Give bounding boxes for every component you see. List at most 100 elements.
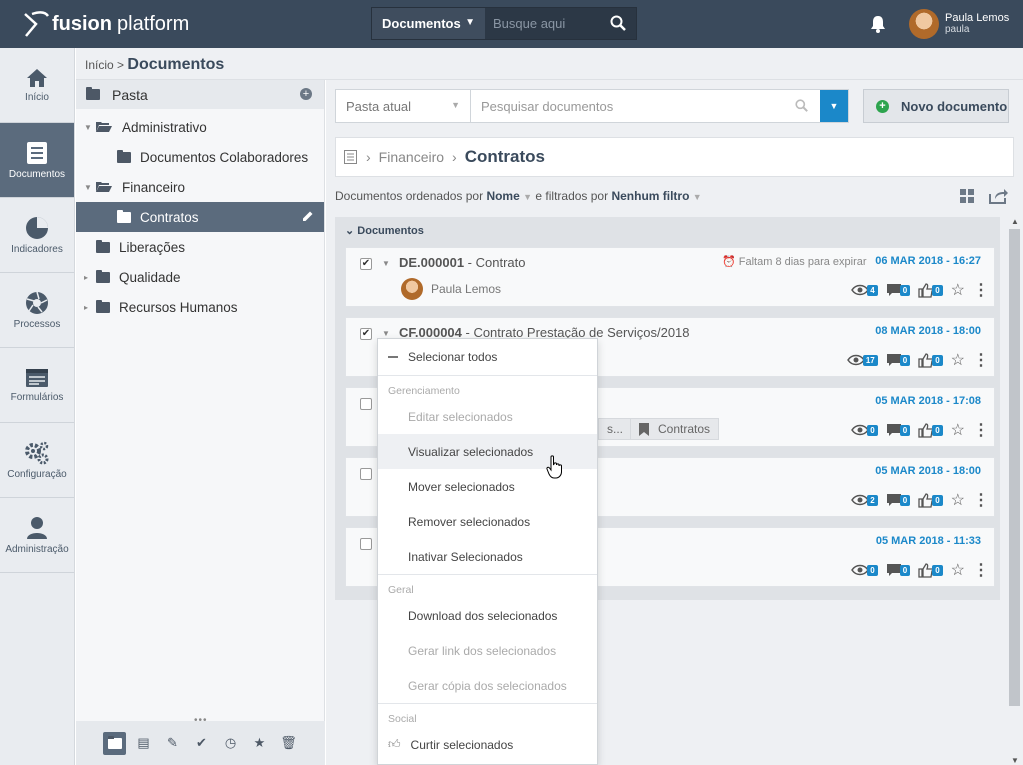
trash-icon[interactable]: 🗑 [277,732,300,755]
menu-item-view[interactable]: Visualizar selecionados [378,434,597,469]
document-checkbox[interactable] [360,468,372,480]
caret-down-icon: ▼ [465,17,475,28]
search-scope-select[interactable]: Documentos ▼ [372,8,485,39]
tree-item-label: Recursos Humanos [119,299,238,315]
nav-indicadores[interactable]: Indicadores [0,198,74,273]
expand-caret-right-icon[interactable]: ▸ [84,303,96,312]
breadcrumb-home[interactable]: Início [85,58,114,72]
tree-item-financeiro[interactable]: ▼ Financeiro [76,172,324,202]
likes-stat[interactable]: 0 [918,562,943,578]
nav-administracao[interactable]: Administração [0,498,74,573]
views-stat[interactable]: 4 [851,284,878,296]
order-select[interactable]: Nome [486,189,519,203]
star-icon[interactable]: ☆ [951,560,965,580]
comments-stat[interactable]: 0 [886,563,911,577]
search-icon[interactable] [795,99,808,112]
nav-inicio[interactable]: Início [0,48,74,123]
new-document-button[interactable]: + Novo documento [863,89,1009,123]
comments-stat[interactable]: 0 [886,493,911,507]
expand-caret-icon[interactable]: ▼ [84,123,96,132]
tree-item-qualidade[interactable]: ▸ Qualidade [76,262,324,292]
more-options-icon[interactable]: ⋮ [973,560,989,580]
pencil-icon[interactable]: ✎ [161,732,184,755]
file-icon[interactable]: ▤ [132,732,155,755]
nav-configuracao[interactable]: Configuração [0,423,74,498]
tag-contratos[interactable]: Contratos [630,418,720,440]
path-parent[interactable]: Financeiro [379,149,444,165]
nav-formularios[interactable]: Formulários [0,348,74,423]
document-title[interactable]: DE.000001 - Contrato [399,255,525,270]
chevron-right-icon: › [452,149,457,165]
document-stats: 0 0 0 ☆ ⋮ [851,560,989,580]
resize-handle-icon[interactable]: ••• [194,715,208,726]
tree-item-recursos-humanos[interactable]: ▸ Recursos Humanos [76,292,324,322]
more-options-icon[interactable]: ⋮ [973,350,989,370]
scrollbar[interactable]: ▲ ▼ [1008,217,1021,765]
star-icon[interactable]: ☆ [951,490,965,510]
views-stat[interactable]: 17 [846,354,878,366]
document-checkbox[interactable] [360,538,372,550]
edit-pencil-icon[interactable] [302,210,314,222]
check-icon[interactable]: ✔ [190,732,213,755]
search-options-button[interactable]: ▼ [820,90,848,122]
views-stat[interactable]: 0 [851,564,878,576]
menu-item-like[interactable]: 👍︎ Curtir selecionados [378,727,597,762]
documents-panel-header[interactable]: ⌄ Documentos [345,224,424,237]
star-icon[interactable]: ☆ [951,350,965,370]
star-icon[interactable]: ☆ [951,420,965,440]
folder-view-icon[interactable] [103,731,126,755]
more-options-icon[interactable]: ⋮ [973,490,989,510]
user-menu[interactable]: Paula Lemos paula [909,9,1009,39]
menu-item-download[interactable]: Download dos selecionados [378,598,597,633]
menu-item-remove[interactable]: Remover selecionados [378,504,597,539]
document-checkbox[interactable] [360,398,372,410]
likes-stat[interactable]: 0 [918,282,943,298]
star-icon[interactable]: ★ [248,732,271,755]
plus-circle-icon: + [876,99,889,113]
tag-partial[interactable]: s... [598,418,633,440]
nav-processos[interactable]: Processos [0,273,74,348]
comments-stat[interactable]: 0 [886,353,911,367]
expand-caret-icon[interactable]: ▼ [382,329,390,338]
more-options-icon[interactable]: ⋮ [973,280,989,300]
document-search-input[interactable]: Pesquisar documentos [471,90,820,122]
document-checkbox[interactable]: ✔ [360,328,372,340]
star-icon[interactable]: ☆ [951,280,965,300]
likes-stat[interactable]: 0 [918,422,943,438]
scrollbar-thumb[interactable] [1009,229,1020,706]
share-icon[interactable] [989,188,1009,204]
add-folder-icon[interactable]: + [300,88,312,100]
tree-item-documentos-colaboradores[interactable]: Documentos Colaboradores [76,142,324,172]
nav-label: Indicadores [11,243,63,255]
tree-item-administrativo[interactable]: ▼ Administrativo [76,112,324,142]
clock-icon[interactable]: ◷ [219,732,242,755]
tree-item-liberacoes[interactable]: Liberações [76,232,324,262]
tree-item-contratos[interactable]: Contratos [76,202,324,232]
scroll-down-icon[interactable]: ▼ [1011,756,1019,765]
expand-caret-icon[interactable]: ▼ [84,183,96,192]
tag-label: Contratos [658,422,711,436]
scroll-up-icon[interactable]: ▲ [1011,217,1019,226]
views-stat[interactable]: 0 [851,424,878,436]
comments-stat[interactable]: 0 [886,283,911,297]
views-stat[interactable]: 2 [851,494,878,506]
likes-stat[interactable]: 0 [918,352,943,368]
document-card[interactable]: ✔ ▼ DE.000001 - Contrato ⏰ Faltam 8 dias… [345,247,995,307]
search-icon[interactable] [610,15,626,31]
document-checkbox[interactable]: ✔ [360,258,372,270]
grid-view-icon[interactable] [959,188,975,204]
expand-caret-icon[interactable]: ▼ [382,259,390,268]
more-options-icon[interactable]: ⋮ [973,420,989,440]
filter-select[interactable]: Nenhum filtro [611,189,689,203]
select-all-item[interactable]: Selecionar todos [378,339,597,375]
menu-item-move[interactable]: Mover selecionados [378,469,597,504]
document-stats: 4 0 0 ☆ ⋮ [851,280,989,300]
fusion-logo[interactable]: fusion platform [22,10,189,38]
expand-caret-right-icon[interactable]: ▸ [84,273,96,282]
comments-stat[interactable]: 0 [886,423,911,437]
menu-item-inactivate[interactable]: Inativar Selecionados [378,539,597,574]
bell-icon[interactable] [870,15,886,33]
nav-documentos[interactable]: Documentos [0,123,74,198]
scope-select[interactable]: Pasta atual ▼ [336,90,471,122]
likes-stat[interactable]: 0 [918,492,943,508]
